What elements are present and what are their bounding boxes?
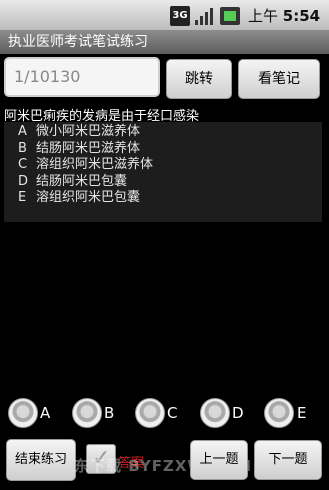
view-notes-button[interactable]: 看笔记 bbox=[238, 59, 320, 99]
radio-b[interactable] bbox=[72, 398, 102, 428]
radio-c[interactable] bbox=[135, 398, 165, 428]
previous-question-button[interactable]: 上一题 bbox=[190, 440, 248, 480]
battery-icon bbox=[220, 7, 240, 25]
jump-button[interactable]: 跳转 bbox=[166, 59, 232, 99]
radio-c-label: C bbox=[167, 404, 178, 422]
end-practice-button[interactable]: 结束练习 bbox=[6, 439, 76, 481]
next-question-button[interactable]: 下一题 bbox=[254, 440, 322, 480]
radio-b-label: B bbox=[104, 404, 115, 422]
radio-a-label: A bbox=[40, 404, 51, 422]
option-c: C 溶组织阿米巴滋养体 bbox=[18, 157, 154, 172]
3g-icon: 3G bbox=[170, 6, 190, 26]
options-list: A 微小阿米巴滋养体 B 结肠阿米巴滋养体 C 溶组织阿米巴滋养体 D 结肠阿米巴包囊 … bbox=[4, 122, 322, 222]
radio-e[interactable] bbox=[264, 398, 294, 428]
option-b: B 结肠阿米巴滋养体 bbox=[18, 140, 141, 156]
app-title: 执业医师考试笔试练习 bbox=[0, 30, 329, 54]
radio-d-label: D bbox=[232, 404, 244, 422]
radio-e-label: E bbox=[297, 404, 307, 422]
status-bar: 3G 上午 5:54 bbox=[0, 0, 329, 30]
option-e: E 溶组织阿米巴包囊 bbox=[18, 190, 141, 205]
option-a: A 微小阿米巴滋养体 bbox=[18, 124, 141, 139]
radio-d[interactable] bbox=[200, 398, 230, 428]
radio-a[interactable] bbox=[8, 398, 38, 428]
clock: 上午 5:54 bbox=[248, 7, 321, 25]
signal-icon bbox=[195, 8, 213, 25]
option-d: D 结肠阿米巴包囊 bbox=[18, 173, 128, 189]
question-number-input[interactable]: 1/10130 bbox=[4, 57, 160, 97]
